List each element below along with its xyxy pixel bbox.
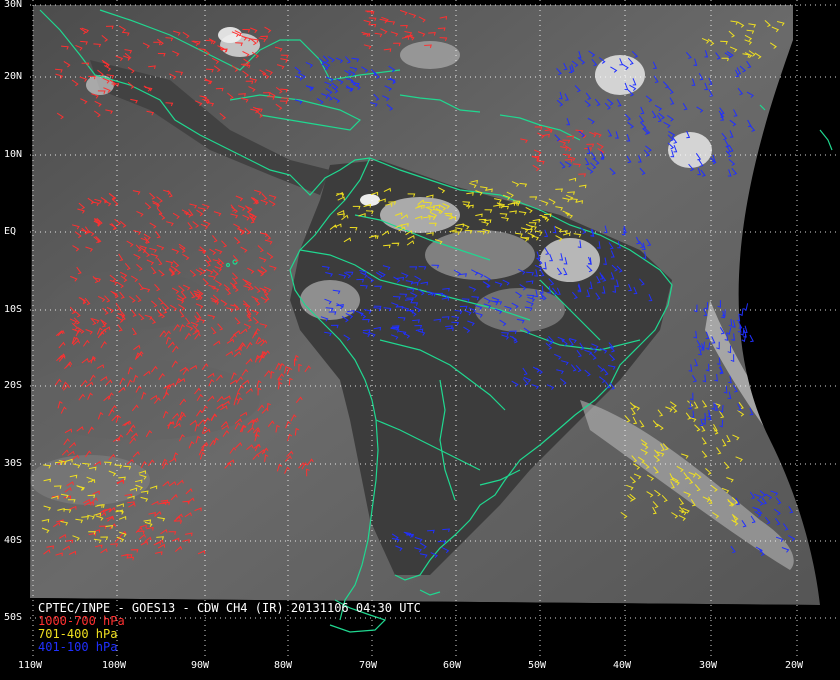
lat-label-eq: EQ (4, 226, 17, 237)
lon-label-60w: 60W (443, 660, 462, 671)
lon-label-40w: 40W (613, 660, 632, 671)
lon-label-20w: 20W (785, 660, 804, 671)
legend-item-401-100hpa: 401-100 hPa (38, 640, 118, 654)
lat-label-10n: 10N (4, 149, 23, 160)
lat-label-50s: 50S (4, 612, 23, 623)
lat-label-10s: 10S (4, 304, 23, 315)
lat-label-20s: 20S (4, 380, 23, 391)
lon-label-70w: 70W (359, 660, 378, 671)
lon-label-100w: 100W (102, 660, 127, 671)
lat-label-20n: 20N (4, 71, 23, 82)
satellite-wind-map (30, 0, 840, 660)
lat-label-30n: 30N (4, 0, 23, 10)
lon-label-90w: 90W (191, 660, 210, 671)
lat-label-40s: 40S (4, 535, 23, 546)
lat-label-30s: 30S (4, 458, 23, 469)
lon-label-80w: 80W (274, 660, 293, 671)
lon-label-50w: 50W (528, 660, 547, 671)
lon-label-110w: 110W (18, 660, 43, 671)
image-caption: CPTEC/INPE - GOES13 - CDW CH4 (IR) 20131… (38, 602, 421, 654)
lon-label-30w: 30W (699, 660, 718, 671)
satellite-image-swath (30, 5, 820, 605)
